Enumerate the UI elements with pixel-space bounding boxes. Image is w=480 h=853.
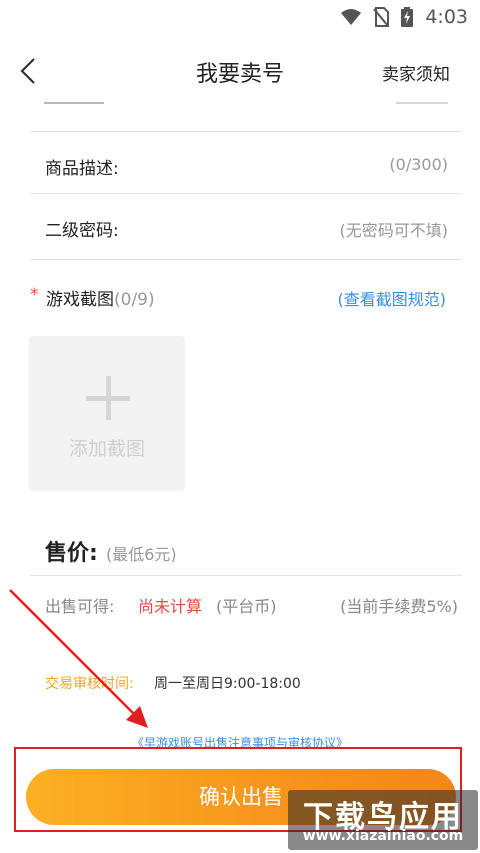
review-time-value: 周一至周日9:00-18:00: [154, 676, 301, 692]
secondary-password-input[interactable]: (无密码可不填): [340, 217, 449, 241]
review-time-label: 交易审核时间:: [45, 676, 134, 692]
description-input[interactable]: (0/300): [389, 155, 448, 174]
watermark-logo: 下载鸟应用 www.xiazainiao.com: [288, 790, 478, 850]
divider: [30, 259, 462, 260]
seller-notice-link[interactable]: 卖家须知: [382, 60, 450, 85]
status-bar: 4:03: [0, 0, 480, 34]
required-mark: *: [30, 285, 39, 305]
battery-charging-icon: [401, 7, 414, 27]
status-time: 4:03: [425, 6, 468, 28]
agreement-link[interactable]: 《早游戏账号出售注意事项与审核协议》: [0, 734, 480, 751]
add-screenshot-label: 添加截图: [68, 438, 145, 460]
plus-icon: [86, 376, 130, 420]
price-label: 售价:: [45, 541, 98, 566]
proceeds-value: 尚未计算: [138, 597, 203, 616]
chevron-left-icon: [20, 58, 35, 84]
screenshot-spec-link[interactable]: (查看截图规范): [338, 286, 447, 310]
wifi-icon: [341, 8, 362, 26]
divider: [30, 193, 462, 194]
add-screenshot-button[interactable]: 添加截图: [29, 336, 185, 491]
fee-note: (当前手续费5%): [340, 597, 458, 616]
description-label: 商品描述:: [45, 159, 119, 179]
no-sim-icon: [373, 7, 390, 27]
scrolled-out-row: [44, 96, 448, 108]
divider: [30, 575, 462, 576]
proceeds-label: 出售可得:: [45, 597, 115, 616]
top-nav-bar: 我要卖号 卖家须知: [0, 38, 480, 104]
price-input[interactable]: (最低6元): [106, 541, 177, 565]
secondary-password-label: 二级密码:: [45, 221, 119, 241]
back-button[interactable]: [16, 56, 40, 86]
divider: [30, 131, 462, 132]
screenshots-title: 游戏截图: [46, 290, 114, 310]
screenshots-count: (0/9): [114, 290, 155, 310]
screenshots-label: 游戏截图(0/9): [46, 285, 155, 310]
proceeds-unit: (平台币): [216, 597, 277, 616]
watermark-url: www.xiazainiao.com: [302, 828, 464, 844]
